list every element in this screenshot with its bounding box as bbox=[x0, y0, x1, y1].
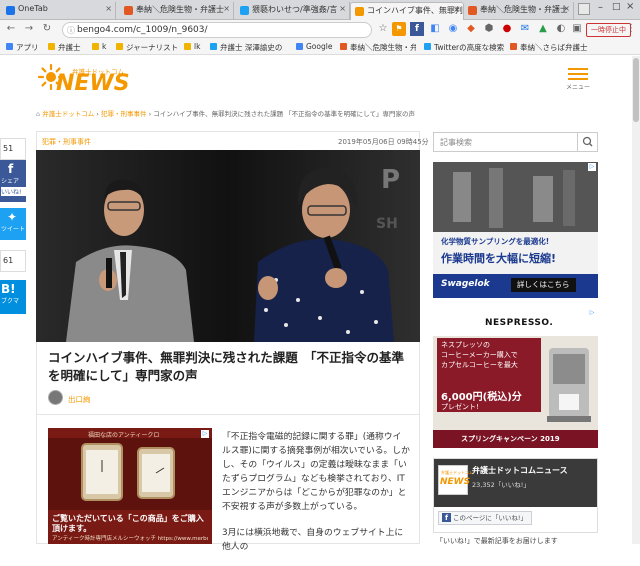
bengo4-favicon-icon bbox=[355, 7, 364, 16]
browser-tab-active[interactable]: コインハイブ事件、無罪判 × bbox=[350, 2, 464, 20]
article-category[interactable]: 犯罪・刑事事件 bbox=[42, 137, 91, 147]
site-favicon-icon bbox=[468, 6, 477, 15]
window-close-icon[interactable]: × bbox=[626, 1, 634, 12]
search-button[interactable] bbox=[577, 133, 597, 151]
paragraph: 「不正指令電磁的記録に関する罪」(通称ウイルス罪)に関する摘発事例が相次いでいる… bbox=[222, 432, 410, 512]
hamburger-icon bbox=[568, 68, 588, 70]
info-icon: ⓘ bbox=[67, 26, 75, 35]
page-scrollbar[interactable] bbox=[632, 56, 640, 544]
extension-icon[interactable]: ▣ bbox=[570, 22, 584, 36]
bookmark-item[interactable]: 弁護士 bbox=[48, 42, 81, 53]
bookmark-item[interactable]: 奉納＼さらば弁護士 bbox=[510, 42, 588, 53]
extension-icon[interactable]: ▲ bbox=[536, 22, 550, 36]
ad-choices-icon[interactable]: ▷ bbox=[588, 163, 596, 171]
sidebar-caption: 「いいね!」で最新記事をお届けします bbox=[436, 537, 558, 545]
watch-ad-banner[interactable]: 福田な店のアンティークロ ▷ ご覧いただいている「この商品」をご購入頂けます。 … bbox=[48, 428, 212, 544]
svg-text:SH: SH bbox=[376, 216, 398, 232]
kebab-menu-icon[interactable]: ⋮ bbox=[624, 22, 638, 36]
share-sidebar: 51 f シェア いいね! ✦ ツイート 61 B! ブクマ bbox=[0, 138, 28, 314]
article-photo: P SH bbox=[36, 150, 420, 342]
minimize-icon[interactable]: – bbox=[598, 2, 603, 13]
ad-cta-button[interactable]: 詳しくはこちら bbox=[511, 278, 576, 292]
nespresso-ad[interactable]: ▷ NESPRESSO. ネスプレッソの コーヒーメーカー購入で カプセルコーヒ… bbox=[433, 308, 598, 448]
browser-tab[interactable]: 猥褻わいせつ/準強姦/言 × bbox=[236, 2, 350, 20]
bookmark-item[interactable]: k bbox=[92, 42, 106, 51]
breadcrumb-category-link[interactable]: 犯罪・刑事事件 bbox=[101, 110, 147, 118]
article-date: 2019年05月06日 09時45分 bbox=[338, 138, 429, 146]
hamburger-menu-button[interactable]: メニュー bbox=[566, 68, 590, 92]
extension-icon[interactable]: ◧ bbox=[428, 22, 442, 36]
paragraph: 3月には横浜地裁で、自身のウェブサイト上に他人の bbox=[222, 528, 404, 552]
bookmark-item[interactable]: 奉納＼危険生物・弁護 bbox=[340, 42, 416, 53]
site-favicon-icon bbox=[124, 6, 133, 15]
close-icon[interactable]: × bbox=[105, 4, 112, 13]
home-icon: ⌂ bbox=[36, 110, 41, 118]
facebook-icon: f bbox=[8, 162, 14, 176]
onetab-icon bbox=[6, 6, 15, 15]
divider bbox=[36, 414, 420, 415]
browser-tab[interactable]: OneTab × bbox=[2, 2, 116, 20]
author-name[interactable]: 出口絢 bbox=[68, 394, 91, 405]
share-count: 51 bbox=[0, 138, 26, 160]
svg-text:P: P bbox=[381, 165, 400, 195]
scrollbar-thumb[interactable] bbox=[633, 58, 639, 122]
search-input[interactable]: 記事検索 bbox=[433, 132, 598, 152]
author-avatar bbox=[48, 390, 63, 405]
close-icon[interactable]: × bbox=[453, 5, 460, 14]
ad-choices-icon[interactable]: ▷ bbox=[588, 309, 596, 317]
browser-tab[interactable]: 奉納＼危険生物・弁護士 × bbox=[120, 2, 234, 20]
breadcrumb-current: コインハイブ事件、無罪判決に残された課題 「不正指令の基準を明確にして」専門家の… bbox=[153, 110, 415, 118]
facebook-page-widget[interactable]: 弁護士ドットコム NEWS 弁護士ドットコムニュース 23,352「いいね!」 … bbox=[433, 458, 598, 533]
extension-icon[interactable]: ✉ bbox=[518, 22, 532, 36]
extension-icon[interactable]: ◉ bbox=[446, 22, 460, 36]
watch-image bbox=[48, 438, 212, 510]
article-body: 「不正指令電磁的記録に関する罪」(通称ウイルス罪)に関する摘発事例が相次いでいる… bbox=[222, 430, 410, 566]
bookmark-item[interactable]: lk bbox=[184, 42, 200, 51]
article-title: コインハイブ事件、無罪判決に残された課題 「不正指令の基準を明確にして」専門家の… bbox=[48, 350, 405, 383]
hatena-count: 61 bbox=[0, 250, 26, 272]
bookmark-item[interactable]: 弁護士 深澤諭史の bbox=[210, 42, 282, 53]
facebook-icon: f bbox=[442, 513, 451, 522]
reload-icon[interactable]: ↻ bbox=[40, 22, 54, 36]
bookmark-item[interactable]: ジャーナリスト bbox=[116, 42, 178, 53]
extension-icon[interactable]: ⬢ bbox=[482, 22, 496, 36]
browser-tab[interactable]: 奉納＼危険生物・弁護士 × bbox=[464, 2, 574, 20]
forward-arrow-icon[interactable]: → bbox=[22, 22, 36, 36]
facebook-like-page-button[interactable]: f このページに「いいね!」 bbox=[438, 511, 532, 525]
bookmark-item[interactable]: Twitterの高度な検索 bbox=[424, 42, 504, 53]
ad-choices-icon[interactable]: ▷ bbox=[201, 430, 209, 438]
star-icon[interactable]: ☆ bbox=[376, 22, 390, 36]
page-name[interactable]: 弁護士ドットコムニュース bbox=[472, 465, 568, 476]
swagelok-ad[interactable]: ▷ 化学物質サンプリングを最適化! 作業時間を大幅に短縮! Swagelok 詳… bbox=[433, 162, 598, 298]
search-icon bbox=[582, 136, 593, 147]
maximize-icon[interactable]: □ bbox=[612, 2, 621, 12]
bookmark-item[interactable]: アプリ bbox=[6, 42, 39, 53]
breadcrumb: ⌂ 弁護士ドットコム › 犯罪・刑事事件 › コインハイブ事件、無罪判決に残され… bbox=[36, 110, 415, 118]
coffee-machine-image bbox=[547, 348, 591, 422]
page-avatar: 弁護士ドットコム NEWS bbox=[438, 465, 473, 495]
site-logo[interactable]: 弁護士ドットコム NEWS bbox=[38, 62, 130, 96]
breadcrumb-home-link[interactable]: 弁護士ドットコム bbox=[42, 110, 94, 118]
extension-icon[interactable]: ◆ bbox=[464, 22, 478, 36]
hatena-bookmark-button[interactable]: B! ブクマ bbox=[0, 280, 26, 314]
close-icon[interactable]: × bbox=[339, 4, 346, 13]
twitter-share-button[interactable]: ✦ ツイート bbox=[0, 208, 26, 240]
bookmark-item[interactable]: Google bbox=[296, 42, 332, 51]
new-tab-button[interactable] bbox=[578, 3, 590, 15]
speakers-photo-image: P SH bbox=[36, 150, 420, 342]
extension-icon[interactable]: ◐ bbox=[554, 22, 568, 36]
close-icon[interactable]: × bbox=[563, 4, 570, 13]
facebook-extension-icon[interactable]: f bbox=[410, 22, 424, 36]
facebook-share-button[interactable]: f シェア いいね! bbox=[0, 160, 26, 202]
twitter-bird-icon bbox=[240, 6, 249, 15]
close-icon[interactable]: × bbox=[223, 4, 230, 13]
back-arrow-icon[interactable]: ← bbox=[4, 22, 18, 36]
twitter-bird-icon: ✦ bbox=[7, 210, 18, 224]
url-input[interactable]: ⓘ bengo4.com/c_1009/n_9603/ bbox=[62, 22, 372, 38]
extension-icon[interactable]: ● bbox=[500, 22, 514, 36]
extension-icon[interactable]: ⚑ bbox=[392, 22, 406, 36]
